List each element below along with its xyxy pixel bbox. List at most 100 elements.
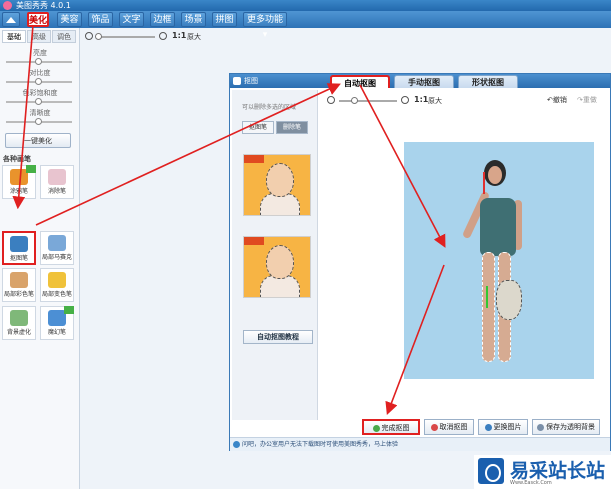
recolor-brush-icon <box>48 272 66 288</box>
example-thumbnail <box>243 236 311 298</box>
magic-brush-tool[interactable]: 魔幻笔 <box>40 306 74 340</box>
dialog-action-bar: 完成抠图 取消抠图 更换图片 保存为透明背景 <box>232 419 610 437</box>
net-bag <box>496 280 522 320</box>
app-logo-icon <box>3 1 12 10</box>
slider-knob[interactable] <box>35 98 42 105</box>
mosaic-icon <box>48 235 66 251</box>
site-name: 易采站长站 <box>510 460 606 482</box>
brush-stroke-red <box>483 172 485 194</box>
info-icon <box>233 441 240 448</box>
tool-label: 魔幻笔 <box>47 329 66 336</box>
zoom-out-icon[interactable] <box>85 32 93 40</box>
cancel-cutout-button[interactable]: 取消抠图 <box>424 419 474 435</box>
zoom-out-icon[interactable] <box>327 96 335 104</box>
original-size-label[interactable]: 原大 <box>428 96 442 106</box>
menu-more[interactable]: 更多功能 ▾ <box>243 12 287 40</box>
left-tool-panel: 基础 高级 调色 亮度 对比度 色彩饱和度 清晰度 一键美化 各种画笔 涂鸦笔 … <box>0 28 80 489</box>
delete-pen-toggle[interactable]: 删除笔 <box>276 121 308 134</box>
main-menu-bar: 美化 美容 饰品 文字 边框 场景 拼图 更多功能 ▾ <box>0 11 611 40</box>
original-size-label[interactable]: 原大 <box>187 32 201 42</box>
menu-beauty[interactable]: 美容 <box>57 12 82 27</box>
tab-color[interactable]: 调色 <box>52 30 76 43</box>
menu-text[interactable]: 文字 <box>119 12 144 27</box>
menu-frame[interactable]: 边框 <box>150 12 175 27</box>
cancel-icon <box>430 423 438 431</box>
finish-cutout-button[interactable]: 完成抠图 <box>362 419 420 435</box>
menu-accessories[interactable]: 饰品 <box>88 12 113 27</box>
slider-label: 色彩饱和度 <box>22 89 58 97</box>
status-text[interactable]: 问吧，办公室用户无法下载图时可使用美图秀秀，马上体验 <box>242 441 398 448</box>
local-color-brush-tool[interactable]: 局部彩色笔 <box>2 268 36 302</box>
save-transparent-button[interactable]: 保存为透明背景 <box>532 419 600 435</box>
slider-knob[interactable] <box>35 78 42 85</box>
menu-scene[interactable]: 场景 <box>181 12 206 27</box>
eraser-brush-tool[interactable]: 消除笔 <box>40 165 74 199</box>
cutout-options-panel: 可以删除多选的区域 抠图笔 删除笔 自动抠图教程 <box>232 90 318 420</box>
tab-shape-cutout[interactable]: 形状抠图 <box>458 75 518 88</box>
photo-canvas[interactable] <box>404 142 594 379</box>
cutout-dialog-icon <box>233 77 241 85</box>
hint-text: 可以删除多选的区域 <box>242 104 297 111</box>
zoom-knob[interactable] <box>351 97 358 104</box>
slider-label: 亮度 <box>33 49 47 57</box>
contrast-slider[interactable]: 对比度 <box>4 68 76 88</box>
undo-button[interactable]: ↶撤销 <box>547 95 567 105</box>
local-recolor-brush-tool[interactable]: 局部变色笔 <box>40 268 74 302</box>
tool-label: 局部变色笔 <box>41 291 72 298</box>
ratio-button[interactable]: 1:1 <box>414 95 428 104</box>
menu-collage[interactable]: 拼图 <box>212 12 237 27</box>
cutout-pen-toggle[interactable]: 抠图笔 <box>242 121 274 134</box>
slider-label: 对比度 <box>29 69 51 77</box>
undo-label: 撤销 <box>552 96 567 104</box>
slider-knob[interactable] <box>35 118 42 125</box>
home-button[interactable] <box>2 12 20 27</box>
button-label: 更换图片 <box>493 423 522 431</box>
check-icon <box>372 424 380 432</box>
brushes-section-title: 各种画笔 <box>3 155 31 163</box>
menu-beautify[interactable]: 美化 <box>27 12 49 27</box>
tool-label: 抠图笔 <box>9 255 28 262</box>
color-brush-icon <box>10 272 28 288</box>
tab-advanced[interactable]: 高级 <box>27 30 51 43</box>
cutout-brush-tool[interactable]: 抠图笔 <box>2 231 36 265</box>
thumb-face <box>266 245 294 279</box>
zoom-track <box>97 36 155 38</box>
background-blur-tool[interactable]: 背景虚化 <box>2 306 36 340</box>
app-title: 美图秀秀 4.0.1 <box>16 1 71 10</box>
auto-cutout-tutorial-button[interactable]: 自动抠图教程 <box>243 330 313 344</box>
zoom-in-icon[interactable] <box>159 32 167 40</box>
zoom-knob[interactable] <box>95 33 102 40</box>
blur-icon <box>10 310 28 326</box>
site-url: Www.Easck.Com <box>510 480 552 486</box>
brightness-slider[interactable]: 亮度 <box>4 48 76 68</box>
redo-label: 重做 <box>582 96 597 104</box>
tab-auto-cutout[interactable]: 自动抠图 <box>330 75 390 88</box>
new-badge <box>64 306 74 314</box>
zoom-in-icon[interactable] <box>401 96 409 104</box>
thumb-banner <box>244 155 264 163</box>
doodle-brush-tool[interactable]: 涂鸦笔 <box>2 165 36 199</box>
figure-face <box>488 166 502 184</box>
slider-knob[interactable] <box>35 58 42 65</box>
thumb-face <box>266 163 294 197</box>
eraser-icon <box>48 169 66 185</box>
tool-label: 涂鸦笔 <box>9 188 28 195</box>
tool-label: 消除笔 <box>47 188 66 195</box>
tab-manual-cutout[interactable]: 手动抠图 <box>394 75 454 88</box>
ratio-button[interactable]: 1:1 <box>172 31 186 40</box>
tool-label: 局部彩色笔 <box>3 291 34 298</box>
image-icon <box>484 423 492 431</box>
tab-basic[interactable]: 基础 <box>2 30 26 43</box>
one-key-beautify-button[interactable]: 一键美化 <box>5 133 71 148</box>
redo-button[interactable]: ↷重做 <box>577 95 597 105</box>
site-watermark: 易采站长站 Www.Easck.Com <box>474 455 611 489</box>
sharpness-slider[interactable]: 清晰度 <box>4 108 76 128</box>
mosaic-tool[interactable]: 局部马赛克 <box>40 231 74 265</box>
dialog-zoom-toolbar: 1:1 原大 ↶撤销 ↷重做 <box>325 92 605 108</box>
button-label: 完成抠图 <box>381 424 410 432</box>
figure-leg <box>482 252 495 362</box>
dialog-title: 抠图 <box>244 77 258 85</box>
change-image-button[interactable]: 更换图片 <box>478 419 528 435</box>
saturation-slider[interactable]: 色彩饱和度 <box>4 88 76 108</box>
model-figure <box>461 160 524 370</box>
